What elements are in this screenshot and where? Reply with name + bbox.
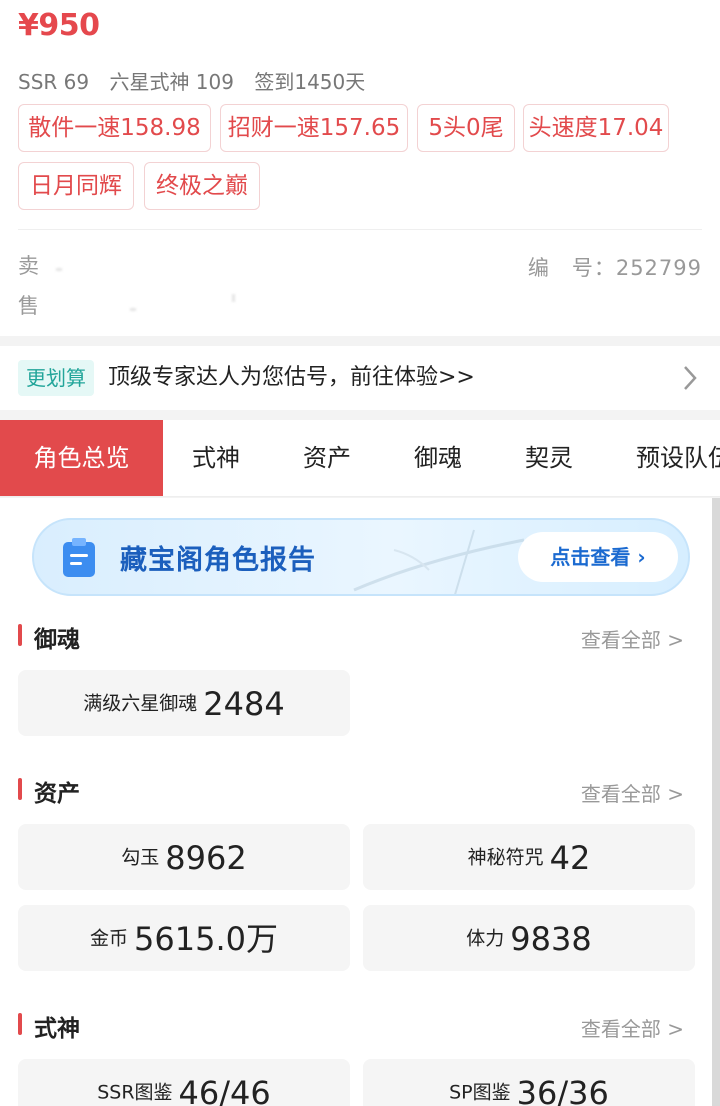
ssr-count: SSR 69 (18, 70, 90, 94)
overview-panel: 藏宝阁角色报告 点击查看 › 御魂 查看全部 > 满级六星御魂 2484 资产 查… (0, 498, 720, 1106)
tab-preset-team[interactable]: 预设队伍 (636, 420, 720, 496)
stat-card: 勾玉 8962 (18, 824, 350, 890)
stat-card: 神秘符咒 42 (363, 824, 695, 890)
valuation-promo[interactable]: 更划算 顶级专家达人为您估号，前往体验>> (0, 346, 720, 410)
promo-badge: 更划算 (18, 360, 94, 396)
stat-value: 36/36 (516, 1073, 609, 1106)
tab-shishen[interactable]: 式神 (192, 420, 240, 496)
stat-card: 满级六星御魂 2484 (18, 670, 350, 736)
section-title-assets: 资产 (18, 774, 80, 808)
stat-card: 体力 9838 (363, 905, 695, 971)
section-title-yuhun: 御魂 (18, 620, 80, 654)
account-summary: SSR 69 六星式神 109 签到1450天 (18, 66, 379, 95)
divider (18, 229, 702, 230)
tab-yuhun[interactable]: 御魂 (414, 420, 462, 496)
serial-number: 编 号：252799 (527, 256, 702, 280)
stat-card: 金币 5615.0万 (18, 905, 350, 971)
signin-days: 签到1450天 (254, 70, 366, 94)
stat-label: 勾玉 (121, 846, 160, 869)
stat-label: 体力 (466, 927, 505, 950)
stat-card: SSR图鉴 46/46 (18, 1059, 350, 1106)
stat-value: 9838 (510, 919, 592, 958)
redacted-mark (56, 268, 62, 271)
stat-label: SSR图鉴 (97, 1081, 173, 1104)
sold-label: 售已 (18, 294, 39, 316)
tag: 终极之巅 (144, 162, 260, 210)
chevron-right-icon: › (637, 545, 646, 569)
stat-value: 46/46 (178, 1073, 271, 1106)
stat-label: 满级六星御魂 (83, 692, 198, 715)
promo-text: 顶级专家达人为您估号，前往体验>> (108, 365, 475, 390)
scrollbar[interactable] (712, 498, 720, 1106)
tag: 日月同辉 (18, 162, 134, 210)
view-all-yuhun[interactable]: 查看全部 > (581, 624, 684, 653)
tag: 头速度17.04 (523, 104, 669, 152)
stat-value: 8962 (165, 838, 247, 877)
stat-label: SP图鉴 (449, 1081, 511, 1104)
price: ¥950 (18, 8, 100, 43)
report-title: 藏宝阁角色报告 (120, 545, 316, 576)
stat-card: SP图鉴 36/36 (363, 1059, 695, 1106)
view-all-assets[interactable]: 查看全部 > (581, 778, 684, 807)
tag: 5头0尾 (417, 104, 515, 152)
view-report-button[interactable]: 点击查看 › (518, 532, 678, 582)
stat-value: 2484 (203, 684, 285, 723)
view-all-shishen[interactable]: 查看全部 > (581, 1013, 684, 1042)
role-report-banner[interactable]: 藏宝阁角色报告 点击查看 › (32, 518, 690, 596)
stat-label: 金币 (90, 927, 129, 950)
report-icon (63, 538, 95, 577)
seller-label: 卖 (18, 254, 39, 276)
bamboo-decoration (353, 529, 525, 594)
section-title-shishen: 式神 (18, 1009, 80, 1043)
chevron-right-icon (684, 366, 697, 390)
stat-value: 5615.0万 (134, 919, 278, 958)
view-report-label: 点击查看 (550, 545, 631, 569)
tag: 招财一速157.65 (220, 104, 408, 152)
tag: 散件一速158.98 (18, 104, 211, 152)
tab-assets[interactable]: 资产 (303, 420, 351, 496)
tab-overview[interactable]: 角色总览 (0, 420, 163, 496)
tab-bar: 角色总览 式神 资产 御魂 契灵 预设队伍 (0, 420, 720, 497)
six-star-count: 六星式神 109 (109, 70, 234, 94)
tab-qiling[interactable]: 契灵 (525, 420, 573, 496)
stat-value: 42 (549, 838, 591, 877)
redacted-mark (232, 294, 235, 302)
listing-header: ¥950 SSR 69 六星式神 109 签到1450天 散件一速158.98 … (0, 0, 720, 336)
stat-label: 神秘符咒 (467, 846, 544, 869)
redacted-mark (130, 308, 136, 311)
